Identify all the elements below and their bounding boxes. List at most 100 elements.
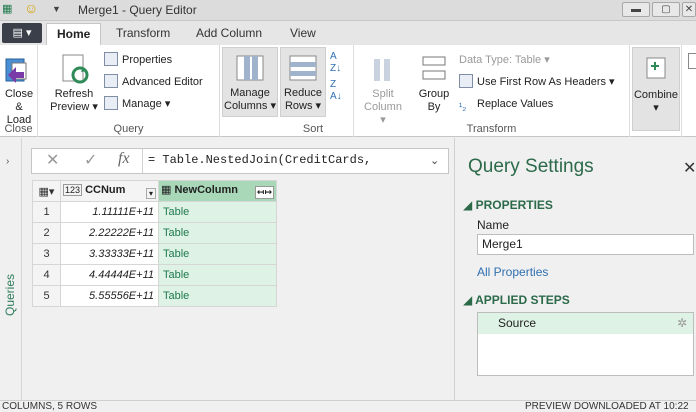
grid-header-row: ▦▾ 123 CCNum ▾ ▦ NewColumn ↤↦	[32, 180, 277, 202]
smiley-icon[interactable]: ☺	[24, 0, 38, 16]
sort-ascending-icon[interactable]: A Z↓	[330, 51, 341, 75]
combine-button[interactable]: Combine ▾	[632, 47, 680, 131]
combine-group: Combine ▾	[630, 45, 682, 137]
number-type-icon[interactable]: 123	[63, 183, 83, 196]
transform-group: Split Column ▾ Group By Data Type: Table…	[354, 45, 630, 137]
table-link-cell[interactable]: Table	[158, 201, 277, 223]
group-by-label-2: By	[427, 101, 441, 113]
tab-transform[interactable]: Transform	[106, 23, 180, 45]
applied-steps-list: Source ✲	[477, 312, 694, 376]
formula-bar-buttons: ✕ ✓ fx	[32, 149, 144, 173]
name-label: Name	[477, 218, 510, 232]
manage-columns-button[interactable]: Manage Columns ▾	[222, 47, 278, 117]
tab-view[interactable]: View	[280, 23, 326, 45]
reduce-rows-label-1: Reduce	[284, 87, 322, 99]
table-link-cell[interactable]: Table	[158, 222, 277, 244]
ccnum-cell[interactable]: 1.11111E+11	[60, 201, 159, 223]
queries-pane-collapsed[interactable]: › Queries	[0, 138, 22, 400]
column-header-ccnum[interactable]: 123 CCNum ▾	[60, 180, 159, 202]
replace-values-button[interactable]: ¹₂ Replace Values	[459, 95, 553, 113]
filter-dropdown-icon[interactable]: ▾	[145, 187, 156, 199]
step-source[interactable]: Source ✲	[478, 313, 693, 334]
expand-formula-chevron-icon[interactable]: ⌄	[430, 154, 439, 167]
queries-label: Queries	[3, 273, 17, 316]
query-group-label: Query	[113, 123, 144, 135]
manage-columns-label-2: Columns ▾	[224, 100, 276, 112]
split-column-icon	[368, 53, 398, 85]
close-window-button[interactable]: ✕	[682, 2, 696, 17]
row-number: 1	[32, 201, 61, 223]
fx-icon[interactable]: fx	[118, 150, 130, 168]
all-properties-link[interactable]: All Properties	[477, 265, 548, 279]
group-by-icon	[419, 53, 449, 85]
table-row[interactable]: 3 3.33333E+11 Table	[32, 243, 277, 265]
use-first-row-headers-button[interactable]: Use First Row As Headers ▾	[459, 73, 615, 91]
reduce-rows-icon	[288, 52, 318, 84]
query-name-input[interactable]: Merge1	[477, 234, 694, 255]
table-type-icon[interactable]: ▦	[161, 184, 171, 196]
cancel-icon[interactable]: ✕	[46, 150, 59, 170]
minimize-button[interactable]: ▬	[622, 2, 650, 17]
ccnum-cell[interactable]: 4.44444E+11	[60, 264, 159, 286]
table-link-cell[interactable]: Table	[158, 243, 277, 265]
collapse-triangle-icon: ◢	[463, 293, 473, 307]
ccnum-cell[interactable]: 2.22222E+11	[60, 222, 159, 244]
ccnum-cell[interactable]: 3.33333E+11	[60, 243, 159, 265]
table-row[interactable]: 5 5.55556E+11 Table	[32, 285, 277, 307]
manage-button[interactable]: Manage ▾	[104, 95, 170, 113]
split-column-button[interactable]: Split Column ▾	[360, 53, 406, 127]
status-left: COLUMNS, 5 ROWS	[2, 401, 98, 412]
maximize-button[interactable]: ▢	[652, 2, 680, 17]
table-menu-icon[interactable]: ▦▾	[32, 180, 61, 202]
advanced-editor-button[interactable]: Advanced Editor	[104, 73, 203, 91]
expand-column-icon[interactable]: ↤↦	[254, 186, 274, 199]
close-and-load-button[interactable]: Close & Load	[0, 53, 38, 127]
expand-queries-icon[interactable]: ›	[6, 156, 9, 167]
collapse-triangle-icon: ◢	[463, 198, 473, 212]
advanced-editor-icon	[104, 74, 118, 88]
ccnum-cell[interactable]: 5.55556E+11	[60, 285, 159, 307]
formula-bar[interactable]: ✕ ✓ fx = Table.NestedJoin(CreditCards, ⌄	[31, 148, 449, 174]
column-header-newcolumn[interactable]: ▦ NewColumn ↤↦	[158, 180, 277, 202]
group-by-button[interactable]: Group By	[412, 53, 456, 114]
properties-header[interactable]: ◢ PROPERTIES	[463, 198, 553, 212]
status-bar: COLUMNS, 5 ROWS PREVIEW DOWNLOADED AT 10…	[0, 400, 696, 412]
commit-icon[interactable]: ✓	[84, 150, 97, 170]
sort-descending-icon[interactable]: Z A↓	[330, 79, 342, 103]
split-column-label-1: Split	[372, 88, 394, 100]
ribbon-overflow-icon[interactable]	[688, 53, 696, 69]
file-menu-button[interactable]: ▤ ▾	[2, 23, 42, 43]
window-title: Merge1 - Query Editor	[78, 3, 197, 17]
table-row[interactable]: 4 4.44444E+11 Table	[32, 264, 277, 286]
close-and-load-icon	[4, 53, 34, 85]
step-settings-gear-icon[interactable]: ✲	[677, 313, 687, 334]
refresh-label-2: Preview ▾	[50, 101, 98, 113]
close-settings-icon[interactable]: ✕	[683, 158, 696, 178]
table-link-cell[interactable]: Table	[158, 285, 277, 307]
title-bar: ▦ ☺ ▼ Merge1 - Query Editor ▬ ▢ ✕	[0, 0, 696, 21]
query-settings-title: Query Settings	[468, 156, 594, 177]
data-grid: ▦▾ 123 CCNum ▾ ▦ NewColumn ↤↦ 1 1.11111E…	[32, 180, 277, 307]
properties-button[interactable]: Properties	[104, 51, 172, 69]
formula-text[interactable]: = Table.NestedJoin(CreditCards,	[148, 153, 371, 167]
properties-icon	[104, 52, 118, 66]
quick-access-dropdown-icon[interactable]: ▼	[52, 4, 61, 20]
row-number: 3	[32, 243, 61, 265]
excel-icon: ▦	[2, 3, 13, 15]
reduce-rows-label-2: Rows ▾	[284, 100, 322, 112]
table-link-cell[interactable]: Table	[158, 264, 277, 286]
data-type-dropdown[interactable]: Data Type: Table ▾	[459, 51, 550, 69]
combine-label: Combine	[633, 89, 679, 101]
reduce-rows-button[interactable]: Reduce Rows ▾	[280, 47, 326, 117]
ccnum-header-label: CCNum	[85, 183, 126, 196]
first-row-headers-icon	[459, 74, 473, 88]
refresh-preview-button[interactable]: Refresh Preview ▾	[48, 53, 100, 114]
tab-home[interactable]: Home	[46, 23, 102, 45]
applied-steps-header[interactable]: ◢ APPLIED STEPS	[463, 293, 570, 307]
row-number: 2	[32, 222, 61, 244]
refresh-label-1: Refresh	[54, 88, 94, 100]
table-row[interactable]: 1 1.11111E+11 Table	[32, 201, 277, 223]
tab-add-column[interactable]: Add Column	[186, 23, 272, 45]
refresh-icon	[59, 53, 89, 85]
table-row[interactable]: 2 2.22222E+11 Table	[32, 222, 277, 244]
